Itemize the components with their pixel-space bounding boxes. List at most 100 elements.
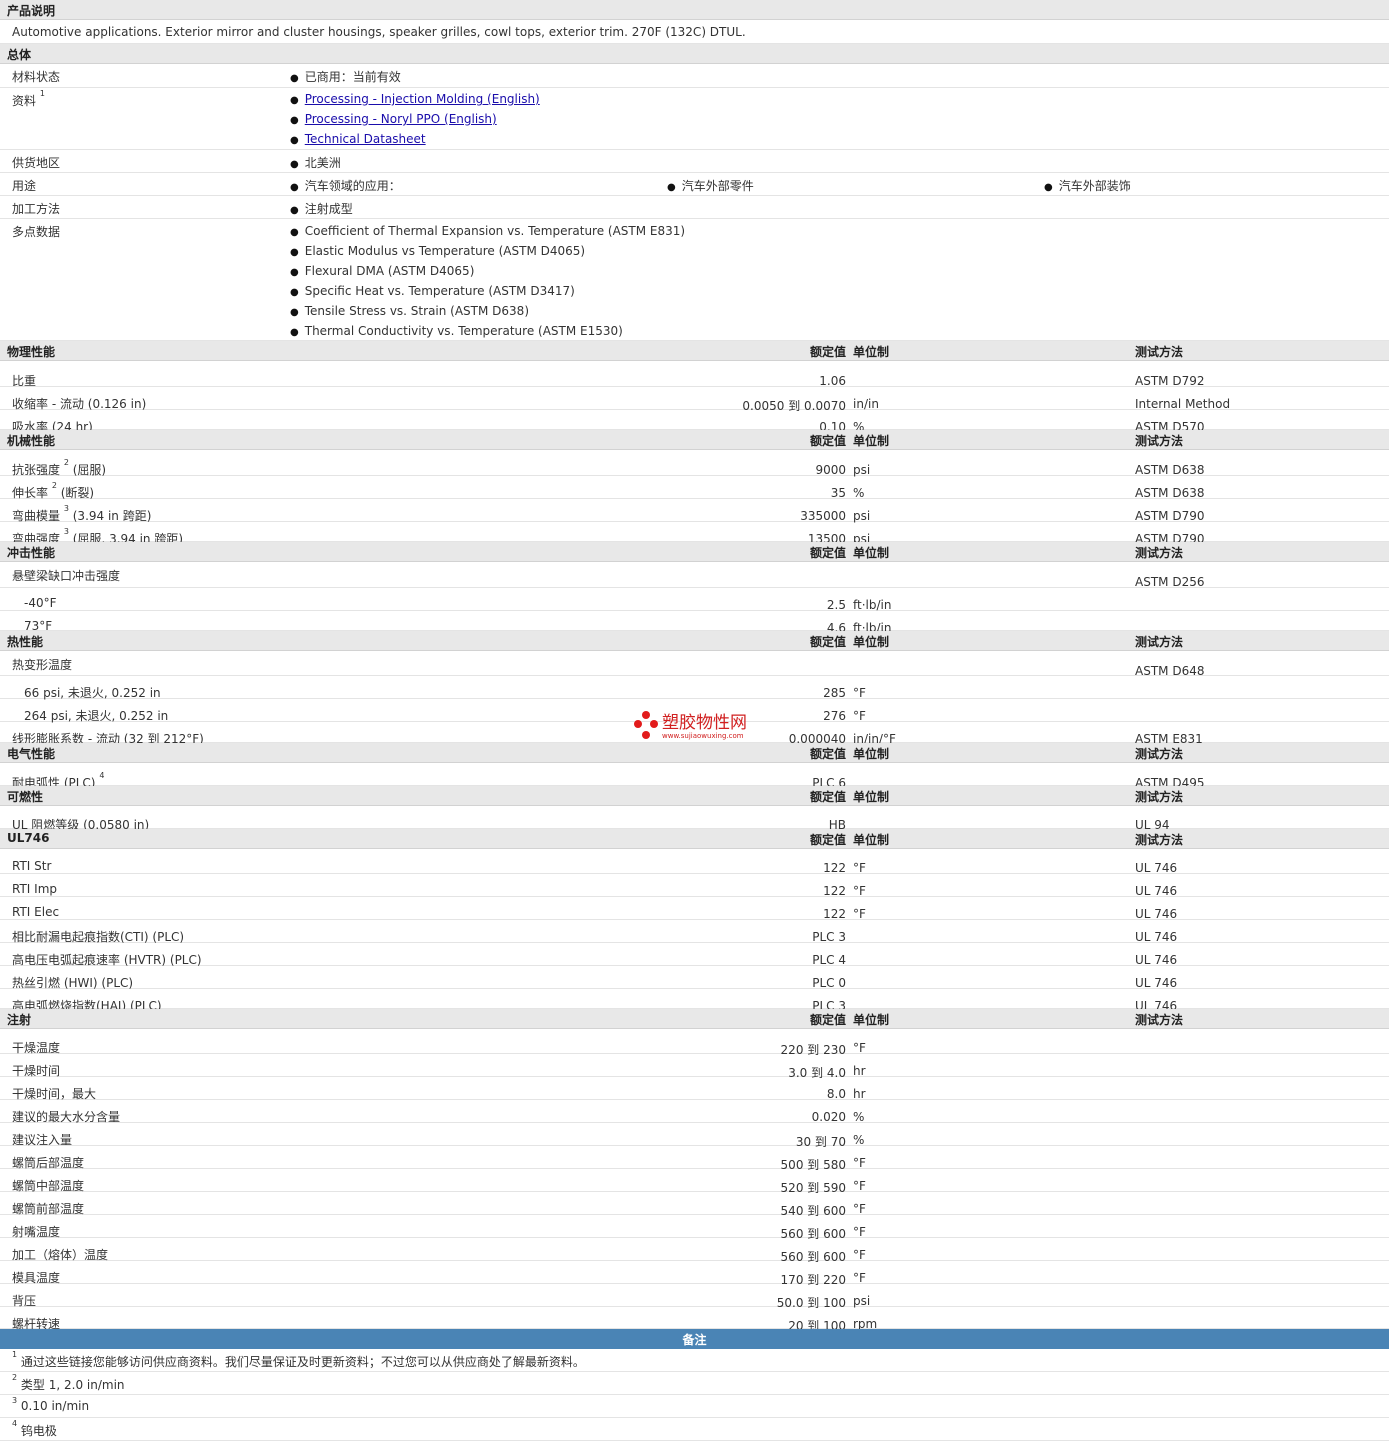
property-value: 122 bbox=[823, 861, 846, 875]
property-unit: °F bbox=[853, 1202, 866, 1216]
property-value: PLC 0 bbox=[812, 976, 846, 990]
header-value: 额定值 bbox=[809, 1013, 846, 1027]
header-value: 额定值 bbox=[809, 345, 846, 359]
property-unit: °F bbox=[853, 1225, 866, 1239]
watermark-logo: 塑胶物性网 www.sujiaowuxing.com bbox=[632, 710, 762, 747]
section-title: 冲击性能 bbox=[7, 546, 56, 560]
doc-link-datasheet[interactable]: Technical Datasheet bbox=[290, 132, 426, 146]
doc-link-injection[interactable]: Processing - Injection Molding (English) bbox=[290, 92, 540, 106]
use-item: 汽车外部装饰 bbox=[1044, 177, 1131, 194]
watermark-url: www.sujiaowuxing.com bbox=[662, 732, 744, 740]
property-method: UL 746 bbox=[1135, 861, 1178, 875]
header-value: 额定值 bbox=[809, 434, 846, 448]
header-unit: 单位制 bbox=[853, 747, 890, 761]
property-value: PLC 4 bbox=[812, 953, 846, 967]
multipoint-item: Tensile Stress vs. Strain (ASTM D638) bbox=[290, 304, 529, 318]
property-unit: % bbox=[853, 486, 865, 500]
property-value: 35 bbox=[830, 486, 846, 500]
watermark-dots-icon: 塑胶物性网 www.sujiaowuxing.com bbox=[634, 711, 747, 740]
property-method: UL 746 bbox=[1135, 930, 1178, 944]
note-row: 4 钨电极 bbox=[0, 1418, 1389, 1441]
use-row: 用途 汽车领域的应用： 汽车外部零件 汽车外部装饰 bbox=[0, 173, 1389, 196]
notes-header: 备注 bbox=[0, 1329, 1389, 1349]
property-method: UL 746 bbox=[1135, 884, 1178, 898]
header-value: 额定值 bbox=[809, 747, 846, 761]
property-row: 建议注入量 30 到 70 % bbox=[0, 1123, 1389, 1149]
property-unit: in/in bbox=[853, 397, 879, 411]
region-value: 北美洲 bbox=[290, 154, 341, 171]
property-value: 8.0 bbox=[826, 1087, 846, 1101]
header-unit: 单位制 bbox=[853, 546, 890, 560]
property-row: 比重 1.06 ASTM D792 bbox=[0, 364, 1389, 388]
property-method: ASTM D256 bbox=[1135, 575, 1205, 589]
property-method: ASTM D792 bbox=[1135, 374, 1205, 388]
section-general: 总体 bbox=[0, 44, 1389, 64]
property-method: UL 746 bbox=[1135, 907, 1178, 921]
property-row: -40°F 2.5 ft·lb/in bbox=[0, 588, 1389, 612]
multipoint-item: Coefficient of Thermal Expansion vs. Tem… bbox=[290, 224, 685, 238]
property-row: 热变形温度 ASTM D648 bbox=[0, 652, 1389, 678]
property-row: 干燥时间，最大 8.0 hr bbox=[0, 1077, 1389, 1101]
section-physical: 物理性能 额定值 单位制 测试方法 bbox=[0, 341, 1389, 361]
header-method: 测试方法 bbox=[1135, 747, 1184, 761]
section-title: 物理性能 bbox=[7, 345, 56, 359]
property-unit: °F bbox=[853, 1271, 866, 1285]
property-row: UL 阻燃等级 (0.0580 in) HB UL 94 bbox=[0, 808, 1389, 832]
property-row: 射嘴温度 560 到 600 °F bbox=[0, 1215, 1389, 1241]
property-row: 干燥时间 3.0 到 4.0 hr bbox=[0, 1054, 1389, 1080]
property-unit: °F bbox=[853, 884, 866, 898]
property-row: 高电弧燃烧指数(HAI) (PLC) PLC 3 UL 746 bbox=[0, 989, 1389, 1013]
property-unit: hr bbox=[853, 1064, 866, 1078]
section-description: 产品说明 bbox=[0, 0, 1389, 20]
property-row: 弯曲模量 3 (3.94 in 跨距) 335000 psi ASTM D790 bbox=[0, 499, 1389, 523]
status-label: 材料状态 bbox=[12, 70, 61, 84]
header-unit: 单位制 bbox=[853, 345, 890, 359]
header-method: 测试方法 bbox=[1135, 434, 1184, 448]
section-title: UL746 bbox=[7, 831, 50, 845]
property-unit: °F bbox=[853, 709, 866, 723]
status-row: 材料状态 已商用：当前有效 bbox=[0, 64, 1389, 88]
property-row: RTI Str 122 °F UL 746 bbox=[0, 851, 1389, 875]
property-label: RTI Elec bbox=[12, 905, 60, 919]
property-value: 335000 bbox=[800, 509, 846, 523]
region-label: 供货地区 bbox=[12, 156, 61, 170]
process-value: 注射成型 bbox=[290, 200, 353, 217]
property-unit: °F bbox=[853, 1041, 866, 1055]
description-text: Automotive applications. Exterior mirror… bbox=[12, 25, 746, 39]
header-method: 测试方法 bbox=[1135, 635, 1184, 649]
property-unit: hr bbox=[853, 1087, 866, 1101]
property-method: UL 746 bbox=[1135, 953, 1178, 967]
section-title: 电气性能 bbox=[7, 747, 56, 761]
property-method: ASTM D638 bbox=[1135, 486, 1205, 500]
property-unit: psi bbox=[853, 463, 871, 477]
property-row: 弯曲强度 3 (屈服, 3.94 in 跨距) 13500 psi ASTM D… bbox=[0, 522, 1389, 546]
property-row: 悬壁梁缺口冲击强度 ASTM D256 bbox=[0, 563, 1389, 589]
property-value: 1.06 bbox=[819, 374, 846, 388]
property-row: 高电压电弧起痕速率 (HVTR) (PLC) PLC 4 UL 746 bbox=[0, 943, 1389, 967]
property-value: 276 bbox=[823, 709, 846, 723]
property-value: 285 bbox=[823, 686, 846, 700]
docs-row: 资料 1 Processing - Injection Molding (Eng… bbox=[0, 88, 1389, 150]
property-row: 模具温度 170 到 220 °F bbox=[0, 1261, 1389, 1287]
header-method: 测试方法 bbox=[1135, 790, 1184, 804]
section-thermal: 热性能 额定值 单位制 测试方法 bbox=[0, 631, 1389, 651]
use-label: 用途 bbox=[12, 179, 37, 193]
multipoint-item: Specific Heat vs. Temperature (ASTM D341… bbox=[290, 284, 575, 298]
property-method: ASTM D638 bbox=[1135, 463, 1205, 477]
property-row: 建议的最大水分含量 0.020 % bbox=[0, 1100, 1389, 1124]
watermark-text: 塑胶物性网 bbox=[662, 713, 747, 733]
property-row: 耐电弧性 (PLC) 4 PLC 6 ASTM D495 bbox=[0, 766, 1389, 790]
doc-link-noryl[interactable]: Processing - Noryl PPO (English) bbox=[290, 112, 497, 126]
property-row: 背压 50.0 到 100 psi bbox=[0, 1284, 1389, 1310]
property-value: 2.5 bbox=[826, 598, 846, 612]
property-row: 螺筒中部温度 520 到 590 °F bbox=[0, 1169, 1389, 1195]
multipoint-label: 多点数据 bbox=[12, 225, 61, 239]
note-row: 2 类型 1, 2.0 in/min bbox=[0, 1372, 1389, 1395]
property-unit: % bbox=[853, 1110, 865, 1124]
section-title: 机械性能 bbox=[7, 434, 56, 448]
header-value: 额定值 bbox=[809, 546, 846, 560]
section-ul746: UL746 额定值 单位制 测试方法 bbox=[0, 829, 1389, 849]
header-method: 测试方法 bbox=[1135, 546, 1184, 560]
section-mechanical: 机械性能 额定值 单位制 测试方法 bbox=[0, 430, 1389, 450]
header-value: 额定值 bbox=[809, 833, 846, 847]
